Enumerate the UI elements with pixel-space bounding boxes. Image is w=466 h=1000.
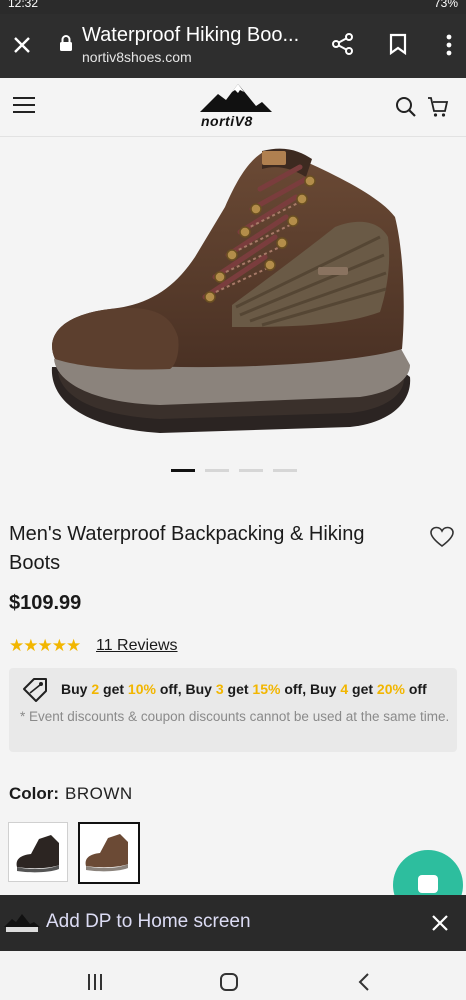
site-logo[interactable]: nortiV8 xyxy=(198,82,274,132)
promo-box: Buy 2 get 10% off, Buy 3 get 15% off, Bu… xyxy=(9,668,457,752)
promo-percent: 20% xyxy=(376,681,405,697)
color-selector-label: Color: BROWN xyxy=(9,784,133,804)
rating-stars-icon: ★★★★★ xyxy=(9,636,81,655)
page-url[interactable]: nortiv8shoes.com xyxy=(82,49,192,65)
bookmark-icon[interactable] xyxy=(389,33,407,55)
logo-text: nortiV8 xyxy=(201,113,253,129)
add-to-home-banner[interactable]: Add DP to Home screen xyxy=(0,895,466,951)
back-icon[interactable] xyxy=(358,973,370,991)
close-icon[interactable] xyxy=(13,36,31,54)
close-banner-icon[interactable] xyxy=(432,915,448,931)
add-to-home-text[interactable]: Add DP to Home screen xyxy=(46,911,251,933)
menu-icon[interactable] xyxy=(13,96,35,114)
system-nav-bar xyxy=(0,951,466,1000)
gallery-dot[interactable] xyxy=(239,469,263,472)
color-swatch-brown[interactable] xyxy=(78,822,140,884)
search-icon[interactable] xyxy=(395,96,417,118)
heart-icon[interactable] xyxy=(430,526,454,548)
promo-word: off xyxy=(408,681,427,697)
tag-icon xyxy=(23,678,47,702)
promo-percent: 15% xyxy=(252,681,281,697)
hiking-boot-image xyxy=(51,148,411,433)
promo-qty: 4 xyxy=(340,681,349,697)
boot-thumbnail-brown xyxy=(85,834,128,872)
status-bar: 12:32 73% xyxy=(0,0,466,14)
boot-thumbnail-black xyxy=(16,835,59,873)
gallery-dot[interactable] xyxy=(273,469,297,472)
promo-text: Buy 2 get 10% off, Buy 3 get 15% off, Bu… xyxy=(61,681,427,697)
product-title: Men's Waterproof Backpacking & Hiking Bo… xyxy=(9,523,365,574)
lock-icon xyxy=(60,35,72,51)
promo-qty: 3 xyxy=(215,681,224,697)
site-header: nortiV8 xyxy=(0,78,466,137)
status-battery: 73% xyxy=(433,0,458,10)
mountain-logo-icon xyxy=(200,84,272,112)
promo-word: Buy xyxy=(61,681,88,697)
share-icon[interactable] xyxy=(331,32,355,56)
promo-word: get xyxy=(352,681,374,697)
color-swatch-black[interactable] xyxy=(8,822,68,882)
cart-icon[interactable] xyxy=(427,96,449,118)
promo-word: get xyxy=(103,681,125,697)
promo-percent: 10% xyxy=(127,681,156,697)
product-price: $109.99 xyxy=(9,592,82,614)
home-icon[interactable] xyxy=(219,972,239,992)
recents-icon[interactable] xyxy=(86,973,104,991)
reviews-link[interactable]: 11 Reviews xyxy=(96,637,178,655)
promo-note: * Event discounts & coupon discounts can… xyxy=(20,709,450,724)
gallery-dot[interactable] xyxy=(171,469,195,472)
product-image-gallery[interactable] xyxy=(0,137,466,455)
page-title[interactable]: Waterproof Hiking Boo... xyxy=(82,24,312,47)
browser-toolbar: Waterproof Hiking Boo... nortiv8shoes.co… xyxy=(0,14,466,78)
color-label: Color: xyxy=(9,784,60,803)
gallery-dot[interactable] xyxy=(205,469,229,472)
promo-qty: 2 xyxy=(91,681,100,697)
promo-word: off, Buy xyxy=(159,681,212,697)
promo-word: off, Buy xyxy=(284,681,337,697)
status-time: 12:32 xyxy=(8,0,39,10)
selected-color: BROWN xyxy=(65,784,133,803)
more-vert-icon[interactable] xyxy=(445,34,453,56)
app-logo-icon xyxy=(4,914,40,932)
promo-word: get xyxy=(227,681,249,697)
